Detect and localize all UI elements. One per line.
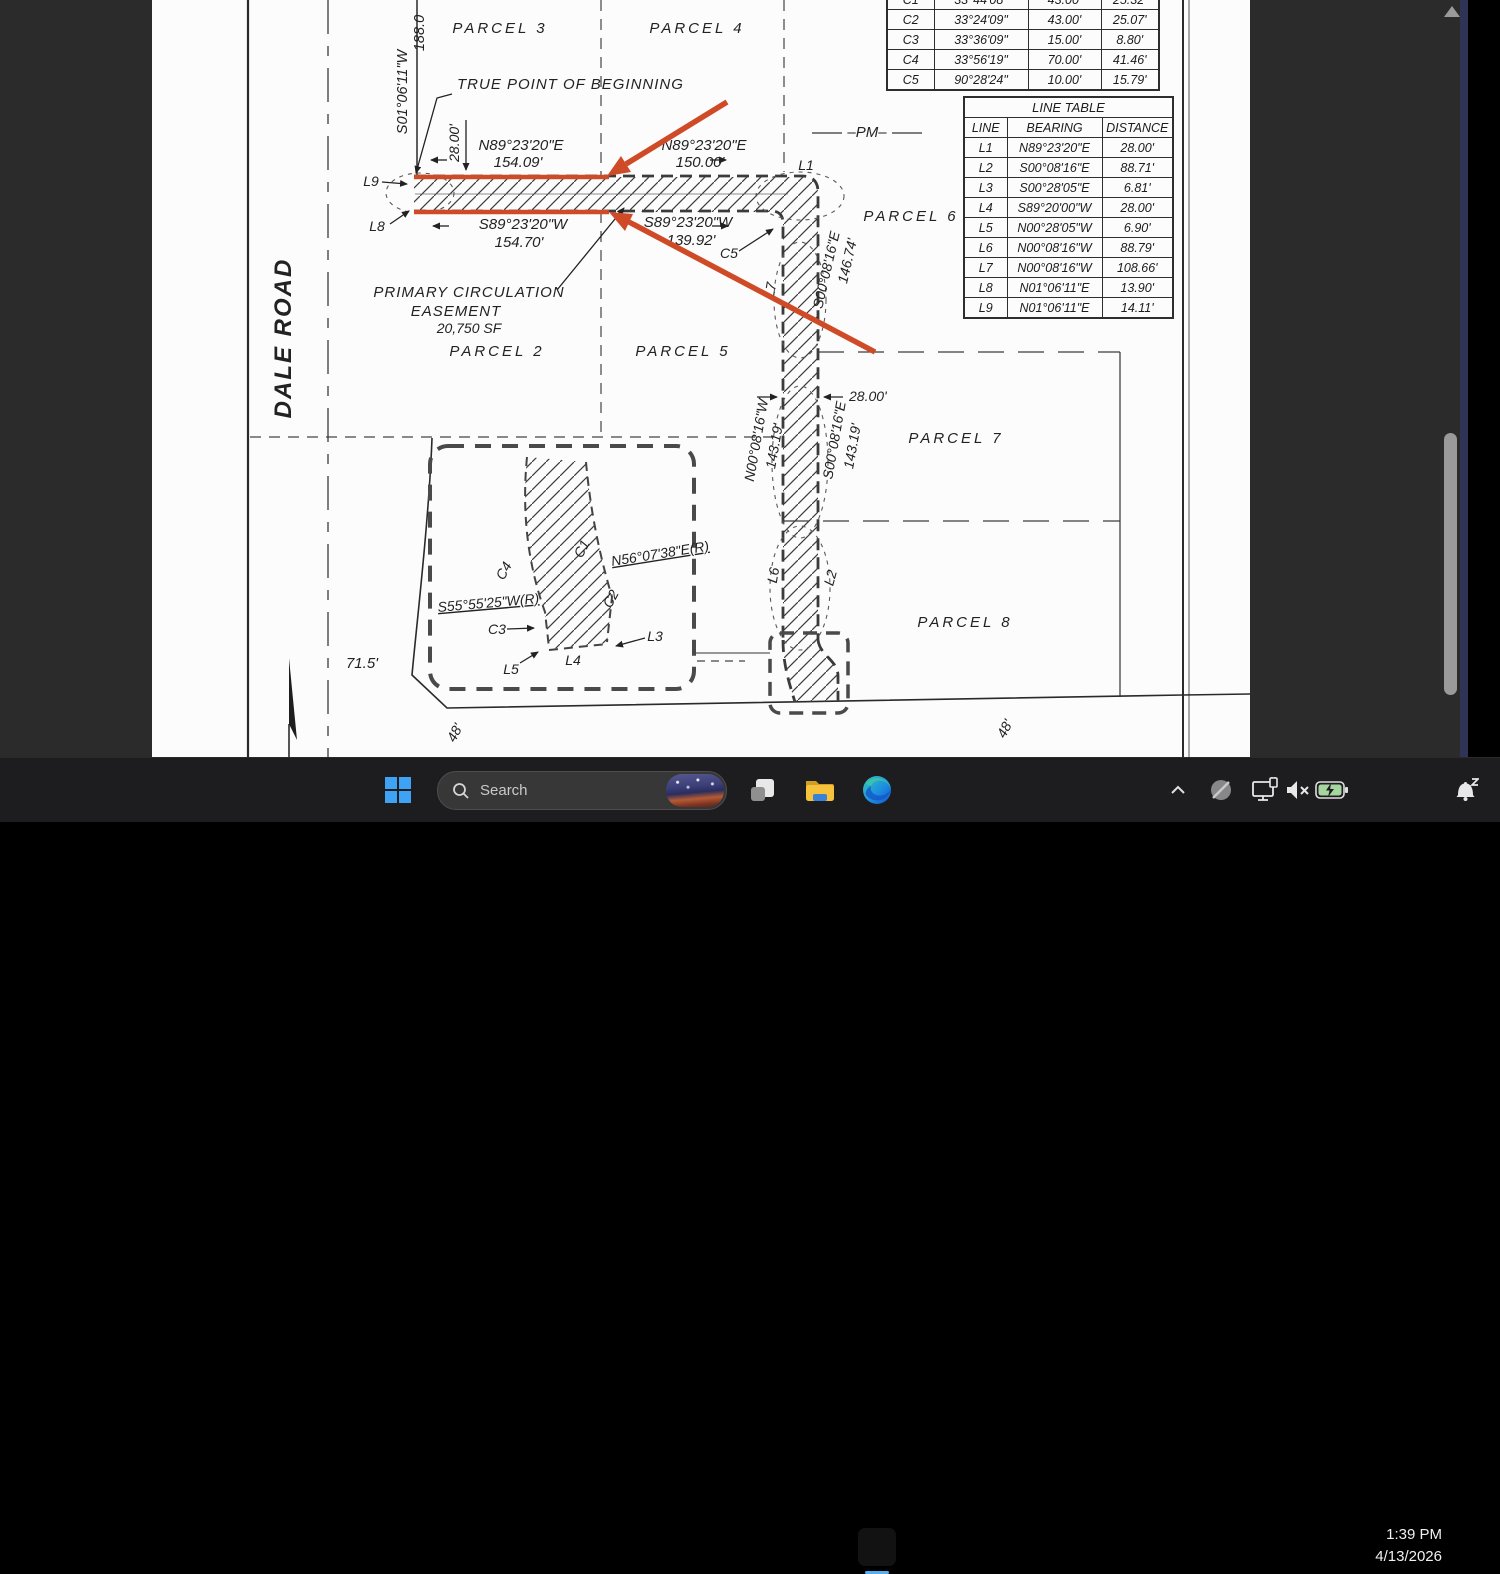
folder-icon: [806, 781, 834, 801]
dim-71-5: 71.5': [346, 655, 379, 672]
table-row: C1 33°44'08" 43.00' 25.32': [886, 0, 1160, 10]
table-row: L2 S00°08'16"E 88.71': [963, 157, 1174, 178]
line-table-title: LINE TABLE: [963, 96, 1174, 118]
ref-l4: L4: [565, 652, 581, 668]
easement-label-2: EASEMENT: [411, 303, 502, 320]
curve-radius: 43.00': [1027, 0, 1102, 10]
edge-icon: [863, 776, 891, 804]
globe-offline-icon: [1211, 780, 1231, 800]
dist-bot1: 154.70': [495, 234, 545, 251]
col-header-distance: DISTANCE: [1101, 117, 1174, 138]
search-placeholder: Search: [480, 782, 528, 799]
window-edge-strip: [1460, 0, 1468, 757]
table-row: L3 S00°28'05"E 6.81': [963, 177, 1174, 198]
parcel-7-label: PARCEL 7: [908, 430, 1003, 447]
search-highlight-image[interactable]: [666, 774, 724, 807]
task-view-button[interactable]: [742, 758, 782, 822]
tray-display-button[interactable]: [1248, 758, 1282, 822]
easement-label-1: PRIMARY CIRCULATION: [373, 284, 564, 301]
table-row: L5 N00°28'05"W 6.90': [963, 217, 1174, 238]
curve-delta: 33°44'08": [933, 0, 1029, 10]
road-name-label: DALE ROAD: [270, 258, 297, 419]
bell-dnd-icon: [1456, 778, 1479, 801]
ref-c3: C3: [488, 621, 506, 637]
tpob-label: TRUE POINT OF BEGINNING: [457, 76, 684, 93]
offset-dim-label: 28.00': [446, 123, 462, 163]
clock-time: 1:39 PM: [1386, 1526, 1442, 1543]
tray-hidden-icons-button[interactable]: [1162, 758, 1194, 822]
tray-volume-button[interactable]: [1283, 758, 1313, 822]
curve-length: 25.32': [1100, 0, 1160, 10]
chevron-up-icon: [1171, 785, 1185, 794]
bearing-s-bot2: S89°23'20"W: [644, 214, 734, 231]
parcel-8-label: PARCEL 8: [917, 614, 1012, 631]
col-header-line: LINE: [963, 117, 1008, 138]
parcel-3-label: PARCEL 3: [452, 20, 547, 37]
battery-charging-icon: [1315, 781, 1348, 799]
ref-l6: L6: [764, 566, 782, 584]
monitor-plug-icon: [1252, 777, 1278, 801]
table-row: C2 33°24'09" 43.00' 25.07': [886, 9, 1160, 30]
tray-network-button[interactable]: [1204, 758, 1238, 822]
easement-area-label: 20,750 SF: [436, 320, 503, 336]
windows-logo-icon: [385, 777, 411, 803]
start-button[interactable]: [378, 758, 418, 822]
table-row: C4 33°56'19" 70.00' 41.46': [886, 49, 1160, 70]
ref-c5: C5: [720, 245, 738, 261]
curve-id: C1: [886, 0, 935, 10]
task-view-icon: [751, 779, 774, 801]
strip-width-label: 28.00': [848, 388, 888, 404]
plat-drawing: PARCEL 3 PARCEL 4 PARCEL 2 PARCEL 5 PARC…: [152, 0, 1251, 757]
document-viewer: PARCEL 3 PARCEL 4 PARCEL 2 PARCEL 5 PARC…: [0, 0, 1500, 757]
parcel-5-label: PARCEL 5: [635, 343, 730, 360]
ref-l5: L5: [503, 661, 519, 677]
parcel-6-label: PARCEL 6: [863, 208, 958, 225]
table-row: L9 N01°06'11"E 14.11': [963, 297, 1174, 319]
west-dist-label: 188.0: [412, 15, 428, 51]
clock-date: 4/13/2026: [1375, 1548, 1442, 1565]
ref-l1: L1: [798, 157, 814, 173]
parcel-2-label: PARCEL 2: [449, 343, 544, 360]
dist-top1: 154.09': [494, 154, 544, 171]
col-header-bearing: BEARING: [1006, 117, 1103, 138]
dist-top2: 150.00': [676, 154, 726, 171]
tray-clock[interactable]: 1:39 PM 4/13/2026: [1352, 1524, 1442, 1570]
bearing-n-top2: N89°23'20"E: [661, 137, 747, 154]
desktop-edge: [1468, 0, 1500, 757]
table-row: L7 N00°08'16"W 108.66': [963, 257, 1174, 278]
tray-battery-button[interactable]: [1314, 758, 1350, 822]
ref-l8: L8: [369, 218, 385, 234]
table-row: L1 N89°23'20"E 28.00': [963, 137, 1174, 158]
scroll-up-arrow-icon[interactable]: [1444, 6, 1460, 17]
table-row: C3 33°36'09" 15.00' 8.80': [886, 29, 1160, 50]
speaker-muted-icon: [1287, 781, 1309, 799]
tray-notifications-button[interactable]: [1448, 758, 1484, 822]
curve-table: C1 33°44'08" 43.00' 25.32' C2 33°24'09" …: [886, 0, 1160, 91]
search-icon: [453, 782, 469, 799]
table-row: L6 N00°08'16"W 88.79': [963, 237, 1174, 258]
pm-label: –PM–: [846, 124, 887, 141]
ref-l3: L3: [647, 628, 663, 644]
line-table: LINE TABLE LINE BEARING DISTANCE L1 N89°…: [963, 96, 1174, 319]
file-explorer-button[interactable]: [800, 758, 840, 822]
table-row: L4 S89°20'00"W 28.00': [963, 197, 1174, 218]
ref-l9: L9: [363, 173, 379, 189]
scrollbar-thumb[interactable]: [1444, 433, 1457, 695]
search-input[interactable]: Search: [437, 771, 727, 810]
parcel-4-label: PARCEL 4: [649, 20, 744, 37]
west-bearing-label: S01°06'11"W: [395, 49, 411, 135]
edge-active-background: [858, 1528, 896, 1566]
table-row: C5 90°28'24" 10.00' 15.79': [886, 69, 1160, 91]
bearing-n-top1: N89°23'20"E: [478, 137, 564, 154]
table-row: L8 N01°06'11"E 13.90': [963, 277, 1174, 298]
edge-button[interactable]: [858, 758, 896, 822]
taskbar: Search 1:39 PM 4/13/2026: [0, 757, 1500, 1574]
bearing-s-bot1: S89°23'20"W: [479, 216, 569, 233]
